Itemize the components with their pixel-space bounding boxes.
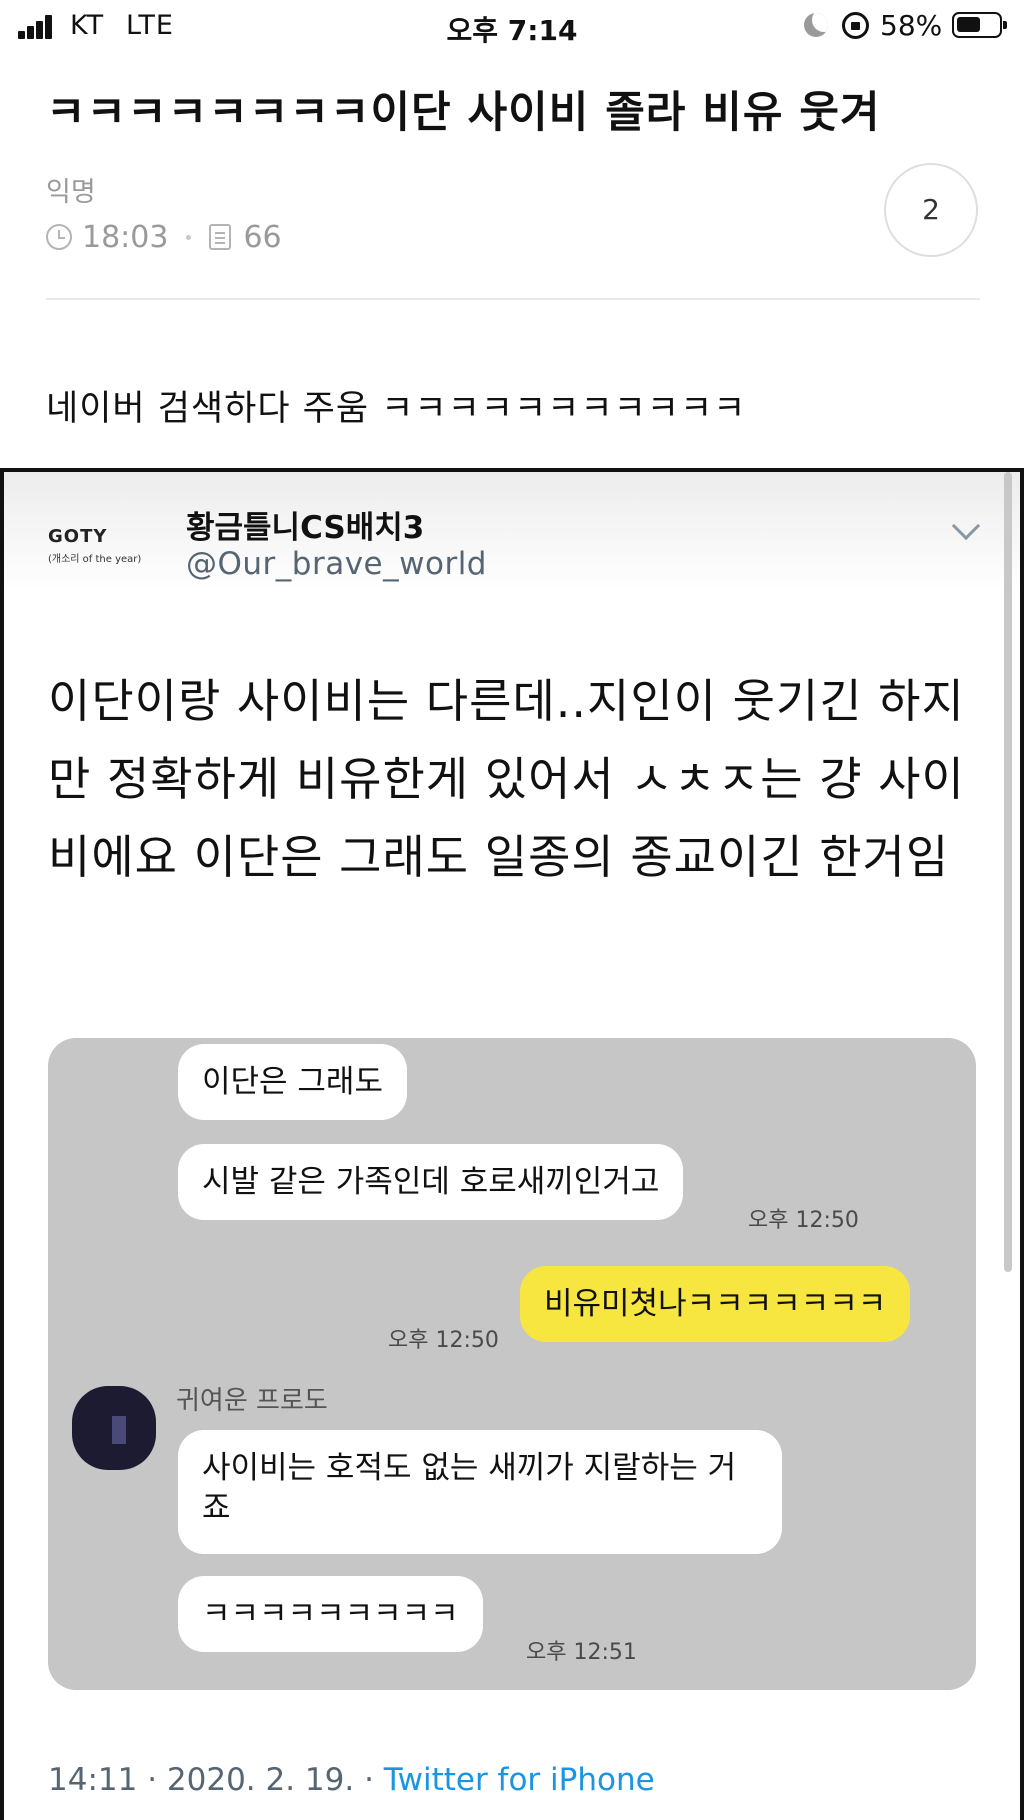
- chat-bubble: ㅋㅋㅋㅋㅋㅋㅋㅋㅋ: [178, 1576, 483, 1652]
- status-time: 오후 7:14: [446, 14, 578, 47]
- chat-screenshot: 이단은 그래도 시발 같은 가족인데 호로새끼인거고 오후 12:50 비유미쳣…: [48, 1038, 976, 1690]
- moon-icon: [804, 13, 828, 37]
- chat-bubble: 이단은 그래도: [178, 1044, 407, 1120]
- avatar: [72, 1386, 156, 1470]
- tweet-datetime: 14:11 · 2020. 2. 19. ·: [48, 1762, 384, 1798]
- chevron-down-icon: [951, 511, 981, 541]
- battery-icon: [952, 12, 1007, 38]
- comment-count-button[interactable]: 2: [884, 163, 978, 257]
- tweet-text: 이단이랑 사이비는 다른데..지인이 웃기긴 하지만 정확하게 비유한게 있어서…: [48, 674, 965, 884]
- tweet-header: GOTY (개소리 of the year) 황금틀니CS배치3 @Our_br…: [4, 472, 1020, 590]
- chat-time: 오후 12:50: [748, 1208, 859, 1233]
- lock-rotation-icon: [842, 12, 869, 39]
- tweet-source-link[interactable]: Twitter for iPhone: [384, 1762, 655, 1798]
- post-time: 18:03: [82, 219, 169, 255]
- logo-subtext: (개소리 of the year): [48, 554, 142, 565]
- post-title: ㅋㅋㅋㅋㅋㅋㅋㅋ이단 사이비 졸라 비유 웃겨: [46, 88, 881, 138]
- goty-logo: GOTY (개소리 of the year): [48, 526, 141, 565]
- scrollbar: [1004, 472, 1012, 1272]
- post-body-text: 네이버 검색하다 주움 ㅋㅋㅋㅋㅋㅋㅋㅋㅋㅋㅋ: [46, 389, 747, 429]
- embedded-tweet-image[interactable]: GOTY (개소리 of the year) 황금틀니CS배치3 @Our_br…: [0, 468, 1024, 1820]
- my-chat-bubble: 비유미쳣나ㅋㅋㅋㅋㅋㅋㅋ: [520, 1266, 911, 1342]
- clock-icon: [46, 224, 72, 250]
- document-icon: [209, 224, 232, 250]
- status-bar: KT LTE 오후 7:14 58%: [0, 0, 1024, 52]
- meta-separator: [186, 234, 192, 240]
- post-views: 66: [243, 219, 282, 255]
- chat-time: 오후 12:51: [526, 1640, 637, 1665]
- tweet-footer: 14:11 · 2020. 2. 19. · Twitter for iPhon…: [48, 1762, 655, 1798]
- logo-text: GOTY: [48, 526, 108, 547]
- chat-time: 오후 12:50: [388, 1328, 499, 1353]
- post-meta: 18:03 66: [46, 219, 282, 255]
- divider: [46, 298, 980, 300]
- tweet-display-name: 황금틀니CS배치3: [186, 510, 425, 546]
- chat-bubble: 사이비는 호적도 없는 새끼가 지랄하는 거죠: [178, 1430, 782, 1554]
- sender-name: 귀여운 프로도: [176, 1386, 328, 1416]
- battery-percent: 58%: [880, 9, 943, 42]
- tweet-handle: @Our_brave_world: [186, 546, 487, 582]
- chat-bubble: 시발 같은 가족인데 호로새끼인거고: [178, 1144, 684, 1220]
- post-author: 익명: [46, 177, 96, 208]
